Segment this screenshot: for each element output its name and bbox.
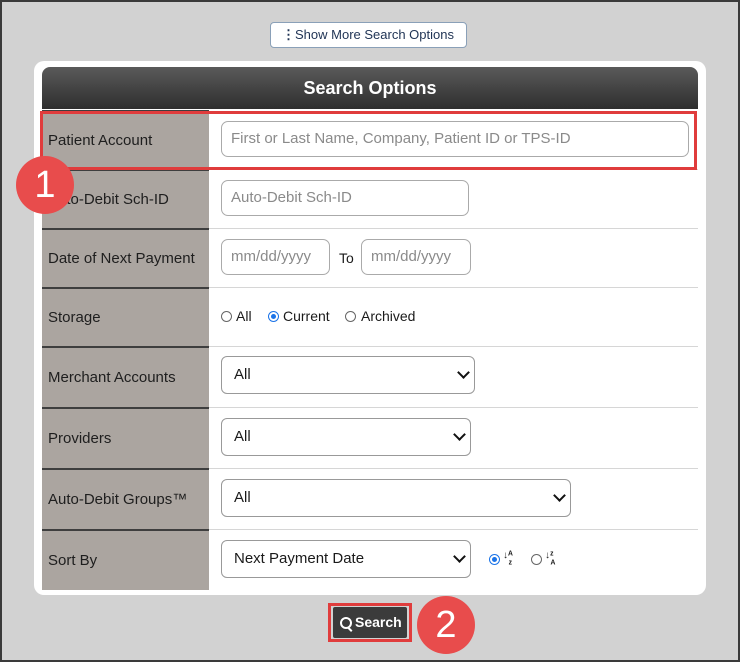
auto-debit-groups-select[interactable]: All xyxy=(221,479,571,517)
next-payment-from-input[interactable]: mm/dd/yyyy xyxy=(221,239,330,275)
providers-label: Providers xyxy=(42,407,209,468)
storage-option-current-label: Current xyxy=(283,308,330,324)
sort-by-label: Sort By xyxy=(42,529,209,590)
show-more-options-label: Show More Search Options xyxy=(295,27,454,42)
sort-by-value: Next Payment Date xyxy=(234,550,365,567)
sort-by-select[interactable]: Next Payment Date xyxy=(221,540,471,578)
sort-descending-radio[interactable] xyxy=(531,554,542,565)
auto-debit-sch-id-input[interactable]: Auto-Debit Sch-ID xyxy=(221,180,469,216)
highlight-search-button xyxy=(328,603,412,642)
highlight-patient-account xyxy=(40,111,697,170)
callout-badge-1: 1 xyxy=(16,156,74,214)
chevron-down-icon xyxy=(553,489,566,502)
panel-title: Search Options xyxy=(42,67,698,109)
merchant-accounts-select[interactable]: All xyxy=(221,356,475,394)
auto-debit-groups-label: Auto-Debit Groups™ xyxy=(42,468,209,529)
callout-badge-2: 2 xyxy=(417,596,475,654)
sort-a-z-icon: ↓ᴬ ᶻ xyxy=(503,550,513,570)
storage-radio-current[interactable] xyxy=(268,311,279,322)
storage-option-archived-label: Archived xyxy=(361,308,416,324)
show-more-options-button[interactable]: ⋮ Show More Search Options xyxy=(270,22,467,48)
chevron-down-icon xyxy=(453,550,466,563)
storage-label: Storage xyxy=(42,287,209,346)
sort-z-a-icon: ↓ᶻ ᴬ xyxy=(545,550,556,570)
storage-option-all-label: All xyxy=(236,308,252,324)
auto-debit-groups-value: All xyxy=(234,489,251,506)
storage-radio-all[interactable] xyxy=(221,311,232,322)
date-range-to-label: To xyxy=(339,250,354,266)
next-payment-label: Date of Next Payment xyxy=(42,228,209,287)
chevron-down-icon xyxy=(457,366,470,379)
next-payment-to-input[interactable]: mm/dd/yyyy xyxy=(361,239,471,275)
row-storage: Storage All Current Archived xyxy=(42,287,698,347)
storage-radio-archived[interactable] xyxy=(345,311,356,322)
row-sort-by: Sort By Next Payment Date ↓ᴬ ᶻ ↓ᶻ ᴬ xyxy=(42,529,698,590)
row-merchant-accounts: Merchant Accounts All xyxy=(42,346,698,408)
sort-ascending-radio[interactable] xyxy=(489,554,500,565)
row-providers: Providers All xyxy=(42,407,698,469)
row-auto-debit-groups: Auto-Debit Groups™ All xyxy=(42,468,698,530)
merchant-accounts-value: All xyxy=(234,366,251,383)
providers-select[interactable]: All xyxy=(221,418,471,456)
vertical-dots-icon: ⋮ xyxy=(282,27,295,42)
merchant-accounts-label: Merchant Accounts xyxy=(42,346,209,407)
row-auto-debit-sch-id: Auto-Debit Sch-ID Auto-Debit Sch-ID xyxy=(42,169,698,229)
chevron-down-icon xyxy=(453,428,466,441)
providers-value: All xyxy=(234,428,251,445)
row-next-payment: Date of Next Payment mm/dd/yyyy To mm/dd… xyxy=(42,228,698,288)
